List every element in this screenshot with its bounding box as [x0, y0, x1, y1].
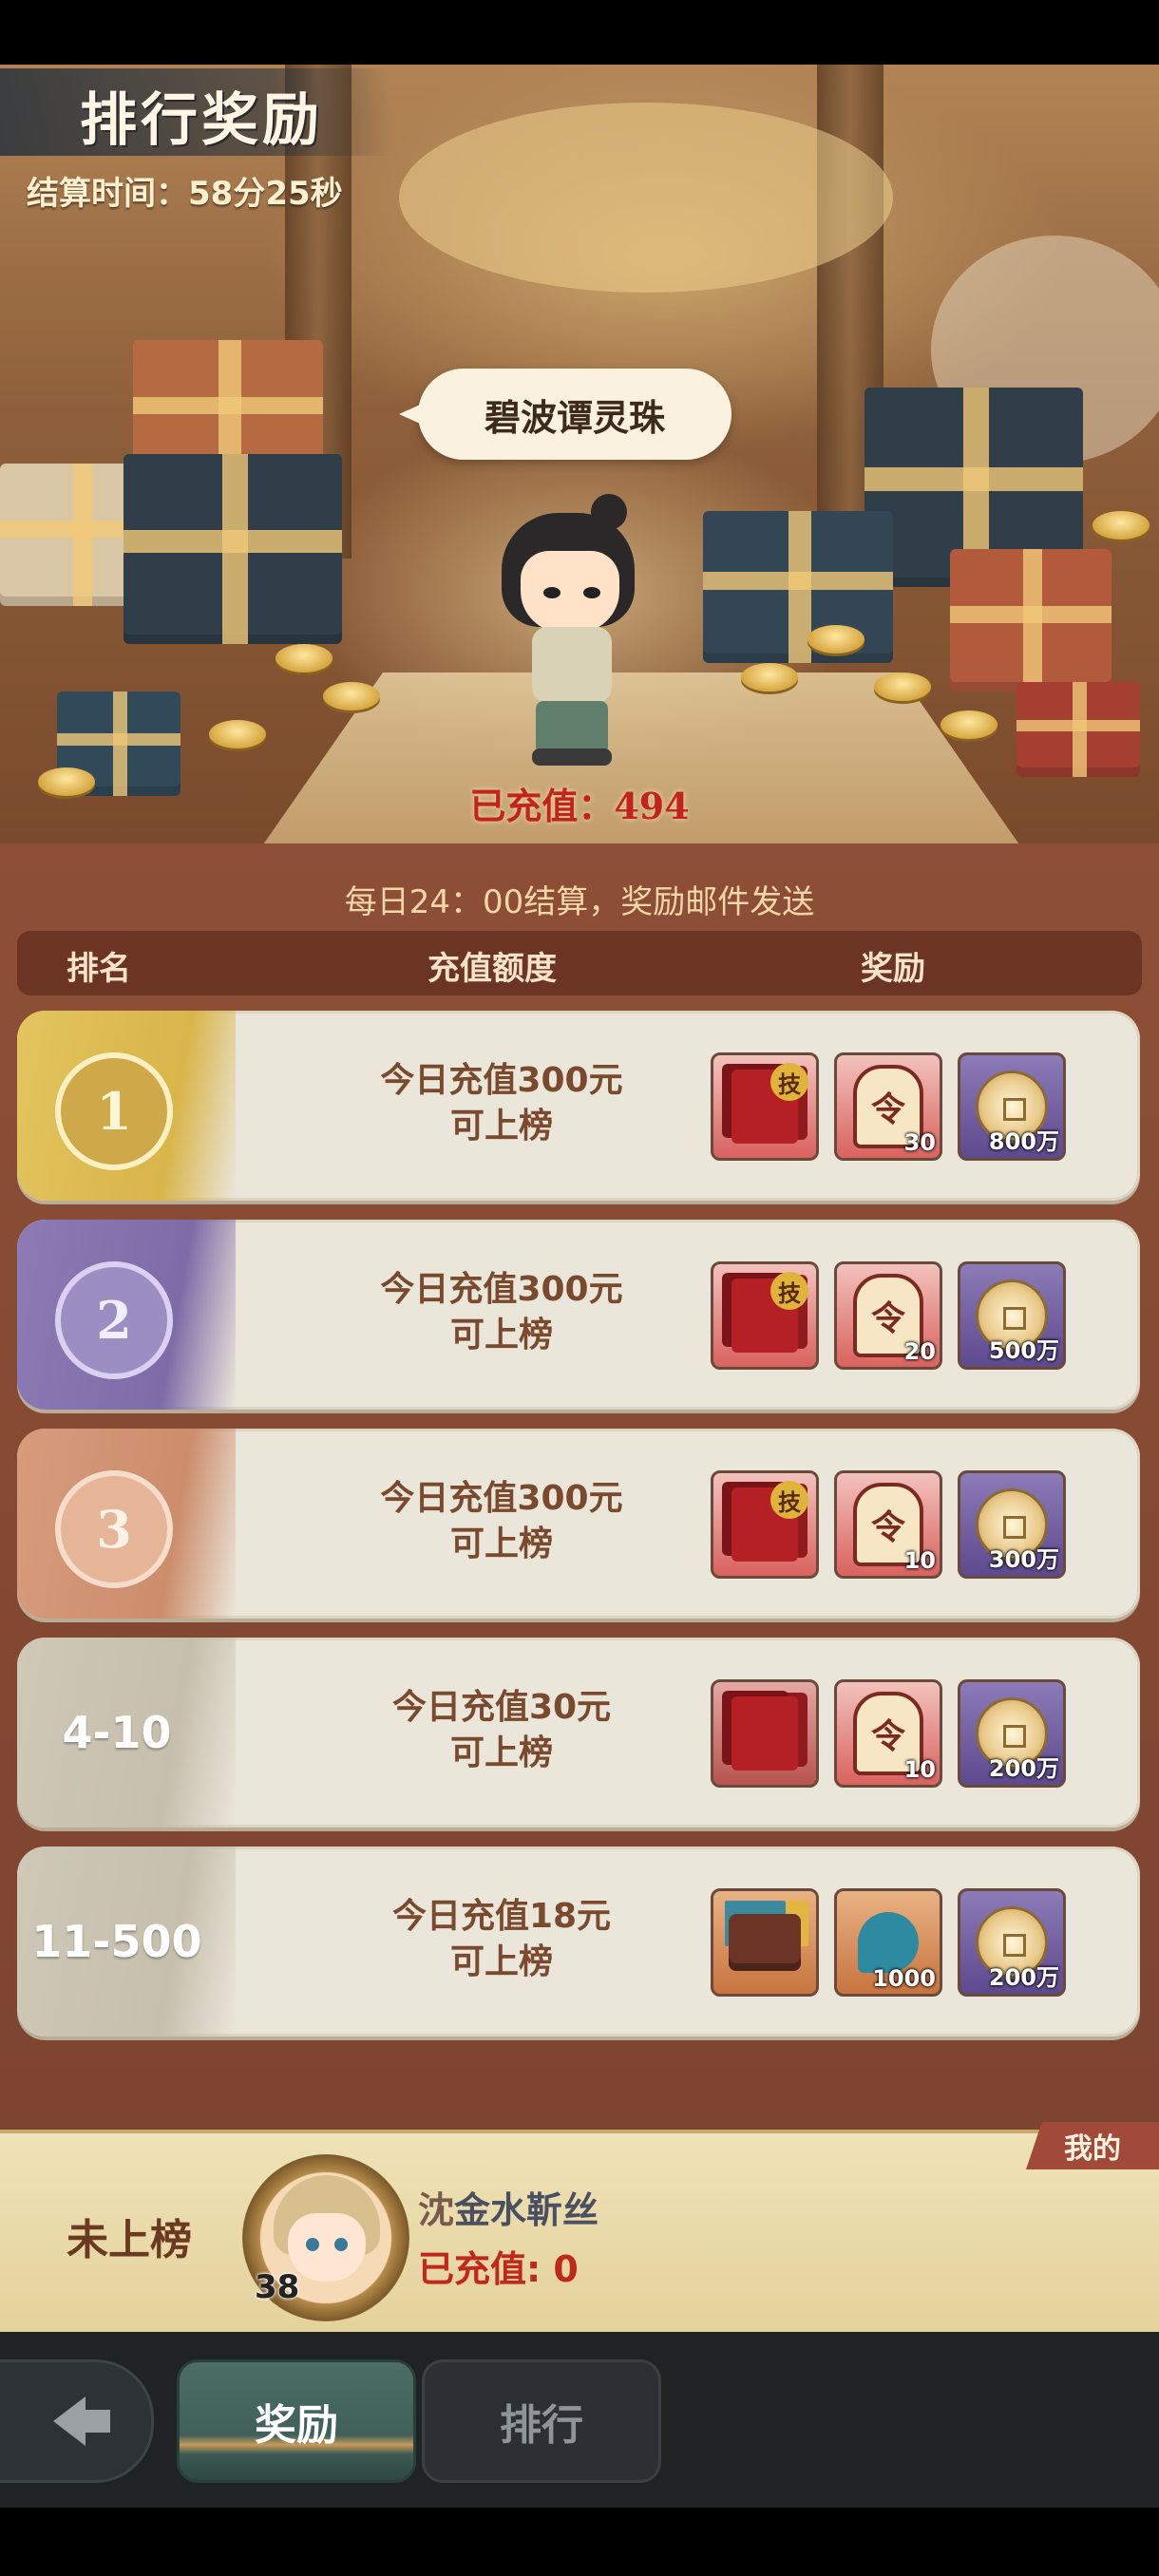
back-arrow-icon — [53, 2396, 86, 2446]
settle-countdown: 结算时间：58分25秒 — [27, 175, 343, 213]
rank-1-medal-icon: 1 — [55, 1052, 173, 1170]
gift-box-icon — [703, 511, 893, 663]
rank-row-3: 3 今日充值300元 可上榜 技 令 10 300万 — [17, 1429, 1140, 1619]
player-name: 沈金水靳丝 — [418, 2189, 599, 2231]
gift-box-icon — [124, 454, 342, 644]
rank-condition: 今日充值300元 可上榜 — [380, 1270, 623, 1354]
rank-row-2: 2 今日充值300元 可上榜 技 令 20 500万 — [17, 1220, 1140, 1410]
tab-reward[interactable]: 奖励 — [177, 2359, 416, 2483]
page-title: 排行奖励 — [80, 87, 323, 154]
location-bubble: 碧波谭灵珠 — [399, 369, 732, 460]
token-icon[interactable]: 令 30 — [834, 1052, 942, 1161]
rank-row-4-10: 4-10 今日充值30元 可上榜 令 10 200万 — [17, 1638, 1140, 1828]
rank-range: 11-500 — [31, 1916, 202, 1967]
token-icon[interactable]: 令 20 — [834, 1261, 942, 1370]
my-rank-status: 未上榜 — [66, 2216, 192, 2264]
copper-coin-icon[interactable]: 200万 — [958, 1679, 1066, 1788]
copper-coin-icon[interactable]: 800万 — [958, 1052, 1066, 1161]
back-button[interactable] — [0, 2359, 154, 2483]
coin-icon — [808, 625, 864, 653]
rank-row-1: 1 今日充值300元 可上榜 技 令 30 800万 — [17, 1011, 1140, 1201]
player-level: 38 — [255, 2268, 300, 2306]
fish-icon[interactable]: 1000 — [834, 1888, 942, 1997]
token-icon[interactable]: 令 10 — [834, 1470, 942, 1579]
copper-coin-icon[interactable]: 200万 — [958, 1888, 1066, 1997]
nav-bar — [0, 2508, 1159, 2576]
coin-icon — [874, 672, 931, 701]
cloud-decoration — [399, 103, 893, 293]
rank-3-medal-icon: 3 — [55, 1470, 173, 1588]
skill-cards-icon[interactable]: 技 — [711, 1261, 819, 1370]
table-header: 排名 充值额度 奖励 — [17, 931, 1142, 995]
rank-condition: 今日充值300元 可上榜 — [380, 1061, 623, 1146]
gift-box-icon — [1016, 682, 1140, 777]
gift-box-icon — [950, 549, 1112, 691]
column-rank: 排名 — [66, 950, 131, 988]
coin-icon — [209, 720, 266, 748]
rank-condition: 今日充值300元 可上榜 — [380, 1479, 623, 1563]
rank-condition: 今日充值30元 可上榜 — [391, 1688, 612, 1772]
tab-rank[interactable]: 排行 — [422, 2359, 661, 2483]
copper-coin-icon[interactable]: 300万 — [958, 1470, 1066, 1579]
location-name: 碧波谭灵珠 — [484, 396, 665, 439]
token-icon[interactable]: 令 10 — [834, 1679, 942, 1788]
column-amount: 充值额度 — [428, 950, 557, 988]
rank-range: 4-10 — [62, 1707, 172, 1758]
my-tag: 我的 — [1026, 2122, 1159, 2169]
copper-coin-icon[interactable]: 500万 — [958, 1261, 1066, 1370]
rank-row-11-500: 11-500 今日充值18元 可上榜 1000 200万 — [17, 1847, 1140, 2036]
skill-cards-icon[interactable]: 技 — [711, 1470, 819, 1579]
skill-cards-icon[interactable]: 技 — [711, 1052, 819, 1161]
cards-icon[interactable] — [711, 1679, 819, 1788]
treasure-chest-icon[interactable] — [711, 1888, 819, 1997]
player-recharged: 已充值: 0 — [418, 2248, 579, 2290]
settle-notice: 每日24：00结算，奖励邮件发送 — [344, 883, 815, 921]
rank-2-medal-icon: 2 — [55, 1261, 173, 1379]
top-player-character[interactable] — [484, 494, 656, 779]
coin-icon — [276, 644, 332, 672]
status-bar — [0, 0, 1159, 65]
rank-condition: 今日充值18元 可上榜 — [391, 1897, 612, 1981]
coin-icon — [741, 663, 798, 691]
top-player-recharged: 已充值：494 — [469, 785, 690, 827]
column-reward: 奖励 — [861, 950, 925, 988]
coin-icon — [323, 682, 380, 710]
coin-icon — [1092, 511, 1150, 540]
coin-icon — [940, 710, 998, 739]
